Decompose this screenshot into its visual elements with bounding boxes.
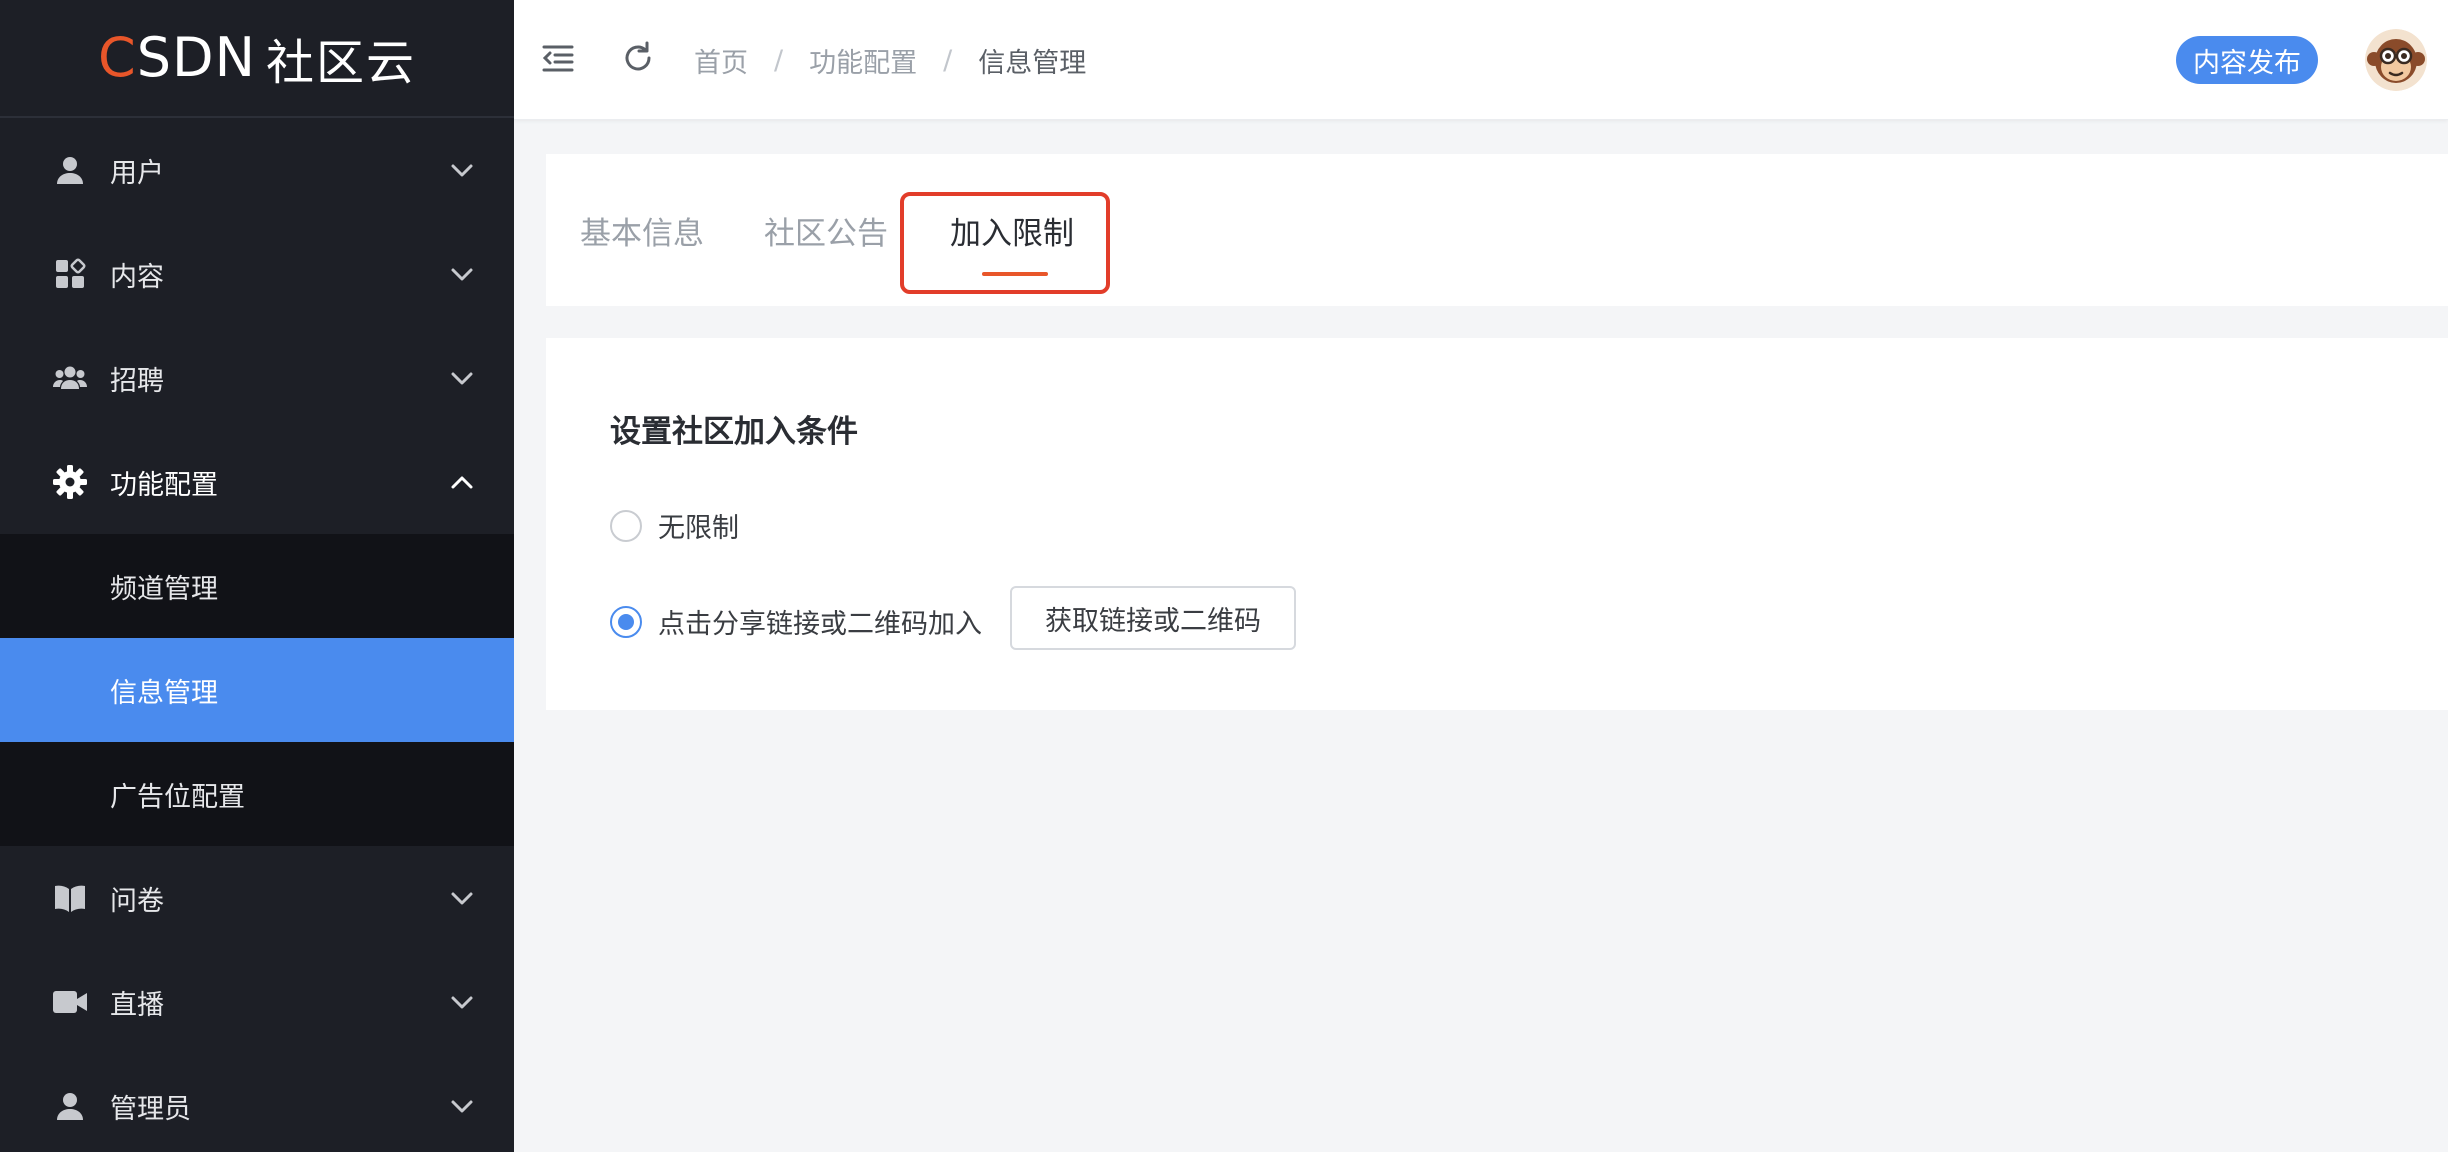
logo-brand: CSDN xyxy=(98,26,256,89)
sidebar-item-label: 用户 xyxy=(110,157,164,189)
chevron-down-icon xyxy=(451,372,473,385)
get-link-or-qrcode-button[interactable]: 获取链接或二维码 xyxy=(1010,586,1296,650)
chevron-down-icon xyxy=(451,892,473,905)
radio-share-link[interactable] xyxy=(610,605,642,638)
chevron-down-icon xyxy=(451,996,473,1009)
tab-join-restriction[interactable]: 加入限制 xyxy=(950,154,1074,306)
logo-cn-text: 社区云 xyxy=(265,35,416,91)
sidebar-item-label: 功能配置 xyxy=(110,469,218,501)
sidebar: CSDN 社区云 用户 内容 招聘 功能配置 频道管理 信息管理 广告位配置 问… xyxy=(0,0,514,1152)
radio-option-unlimited[interactable]: 无限制 xyxy=(610,506,739,545)
radio-option-share-link[interactable]: 点击分享链接或二维码加入 xyxy=(610,602,982,641)
radio-unlimited[interactable] xyxy=(610,509,642,542)
avatar[interactable] xyxy=(2365,29,2427,91)
sidebar-item-label: 管理员 xyxy=(110,1093,191,1125)
sidebar-item-label: 问卷 xyxy=(110,885,164,917)
sidebar-subitem-ad-slot-config[interactable]: 广告位配置 xyxy=(0,742,514,846)
radio-label: 无限制 xyxy=(658,513,739,544)
sidebar-item-content[interactable]: 内容 xyxy=(0,222,514,326)
radio-label: 点击分享链接或二维码加入 xyxy=(658,609,982,640)
section-title: 设置社区加入条件 xyxy=(610,414,858,450)
monkey-avatar-icon xyxy=(2365,29,2427,91)
sidebar-item-label: 内容 xyxy=(110,261,164,293)
chevron-down-icon xyxy=(451,164,473,177)
tab-community-notice[interactable]: 社区公告 xyxy=(764,154,888,306)
breadcrumb-separator: / xyxy=(943,44,953,76)
logo[interactable]: CSDN 社区云 xyxy=(0,0,514,118)
team-icon xyxy=(52,360,88,396)
publish-content-button[interactable]: 内容发布 xyxy=(2176,36,2318,84)
sidebar-subitem-label: 广告位配置 xyxy=(110,781,245,813)
sidebar-item-label: 招聘 xyxy=(110,365,164,397)
chevron-down-icon xyxy=(451,268,473,281)
video-camera-icon xyxy=(52,984,88,1020)
breadcrumb-separator: / xyxy=(774,44,784,76)
active-tab-indicator xyxy=(982,272,1048,276)
sidebar-subitem-info-management[interactable]: 信息管理 xyxy=(0,638,514,742)
breadcrumb-current: 信息管理 xyxy=(978,47,1087,79)
user-icon xyxy=(52,1088,88,1124)
sidebar-item-admin[interactable]: 管理员 xyxy=(0,1054,514,1152)
chevron-down-icon xyxy=(451,1100,473,1113)
app-root: CSDN 社区云 用户 内容 招聘 功能配置 频道管理 信息管理 广告位配置 问… xyxy=(0,0,2448,1152)
user-icon xyxy=(52,152,88,188)
sidebar-item-survey[interactable]: 问卷 xyxy=(0,846,514,950)
sidebar-subitem-channel-management[interactable]: 频道管理 xyxy=(0,534,514,638)
gear-icon xyxy=(52,464,88,500)
sidebar-subitem-label: 频道管理 xyxy=(110,573,218,605)
sidebar-item-feature-config[interactable]: 功能配置 xyxy=(0,430,514,534)
refresh-icon[interactable] xyxy=(620,40,656,76)
tab-basic-info[interactable]: 基本信息 xyxy=(580,154,704,306)
sidebar-item-users[interactable]: 用户 xyxy=(0,118,514,222)
content-grid-icon xyxy=(52,256,88,292)
menu-collapse-icon[interactable] xyxy=(540,40,576,76)
sidebar-item-label: 直播 xyxy=(110,989,164,1021)
sidebar-item-live[interactable]: 直播 xyxy=(0,950,514,1054)
book-icon xyxy=(52,880,88,916)
sidebar-item-recruit[interactable]: 招聘 xyxy=(0,326,514,430)
breadcrumb: 首页 / 功能配置 / 信息管理 xyxy=(694,0,1086,120)
breadcrumb-feature-config[interactable]: 功能配置 xyxy=(809,41,917,80)
join-settings-card: 设置社区加入条件 无限制 点击分享链接或二维码加入 获取链接或二维码 xyxy=(546,338,2448,710)
top-header: 首页 / 功能配置 / 信息管理 内容发布 xyxy=(514,0,2448,120)
sidebar-subitem-label: 信息管理 xyxy=(110,677,218,709)
chevron-up-icon xyxy=(451,476,473,489)
tabs-card: 基本信息 社区公告 加入限制 xyxy=(546,154,2448,306)
breadcrumb-home[interactable]: 首页 xyxy=(694,41,748,80)
